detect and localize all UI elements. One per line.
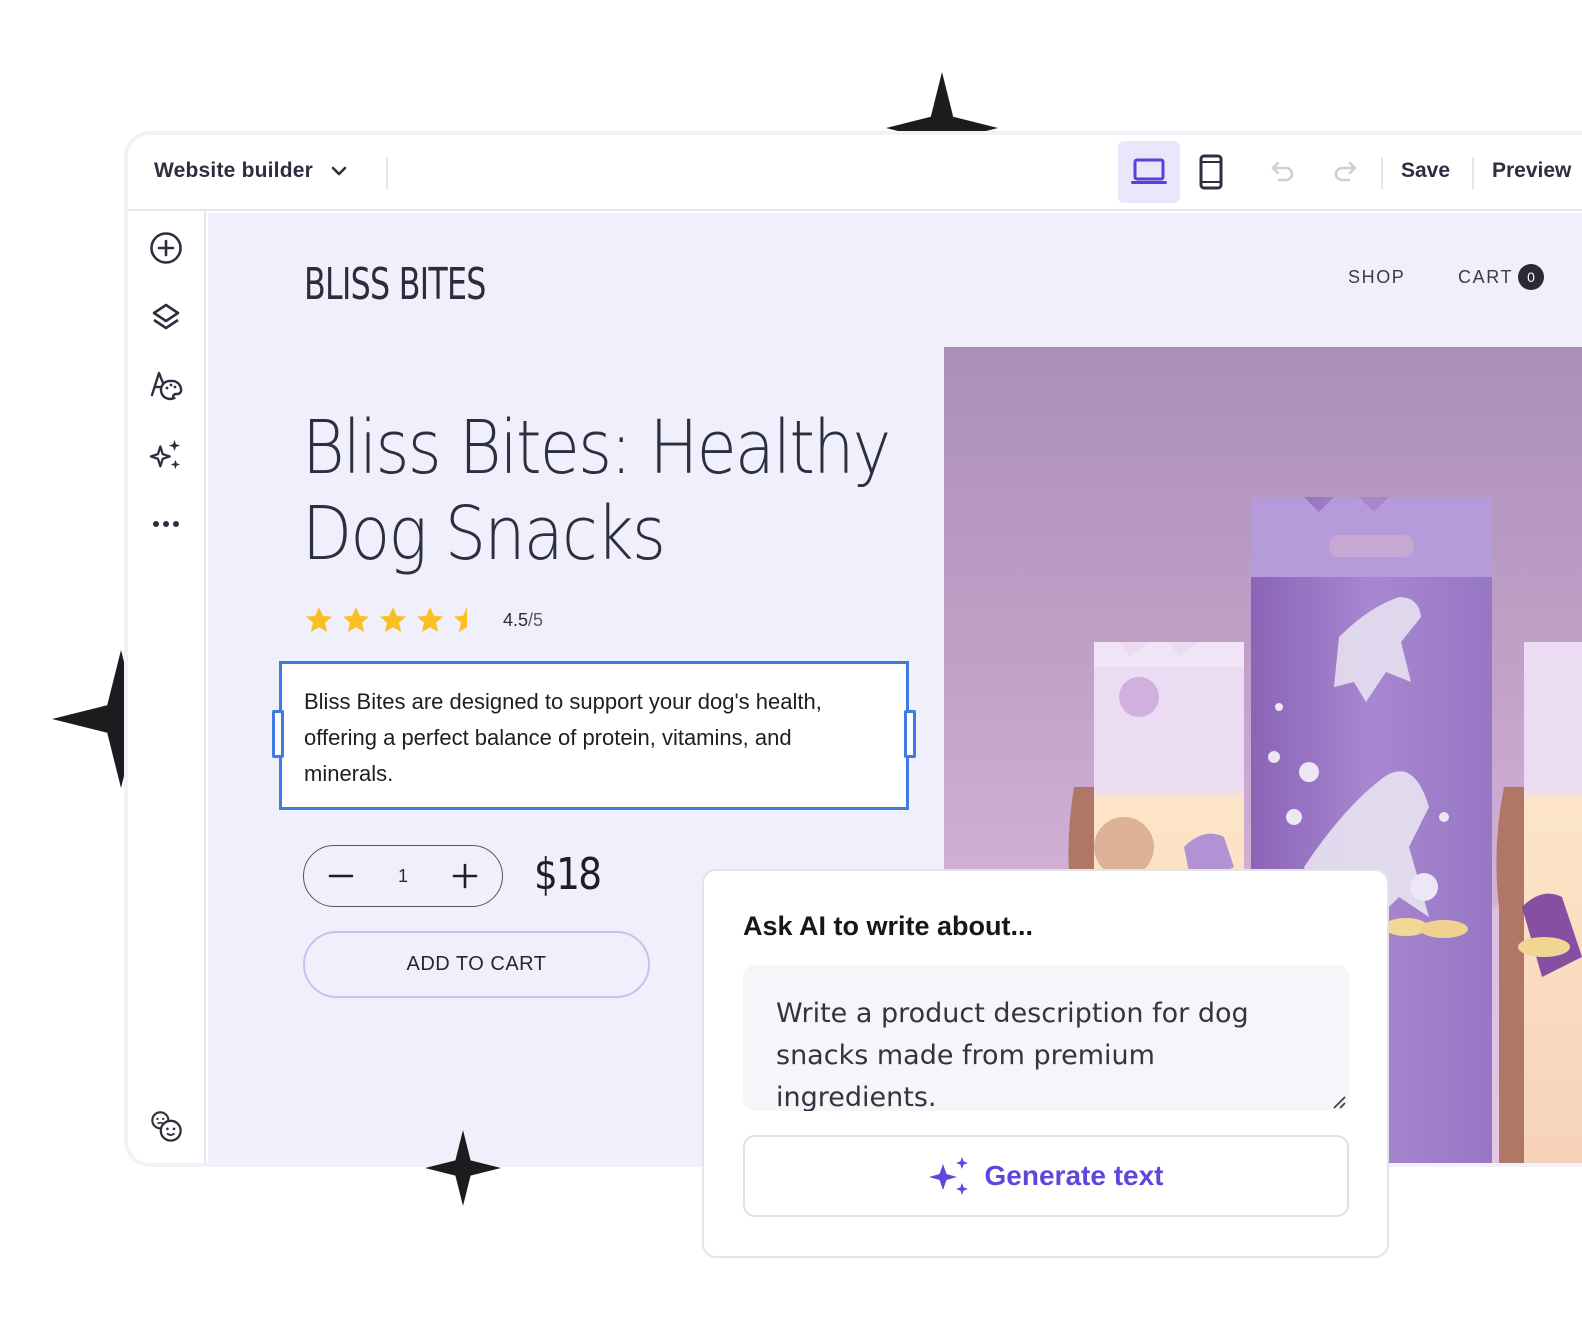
increase-quantity-button[interactable] bbox=[450, 861, 480, 891]
headline-line-2: Dog Snacks bbox=[302, 491, 666, 577]
product-description-selected[interactable]: Bliss Bites are designed to support your… bbox=[272, 661, 916, 810]
nav-cart-link[interactable]: CART bbox=[1458, 267, 1513, 288]
quantity-stepper: 1 bbox=[303, 845, 503, 907]
top-toolbar: Website builder Save Preview bbox=[128, 135, 1582, 211]
more-options-button[interactable] bbox=[149, 507, 183, 541]
redo-icon bbox=[1334, 161, 1357, 182]
faces-icon bbox=[151, 1111, 182, 1142]
chevron-down-icon bbox=[331, 166, 347, 176]
rating-max: /5 bbox=[528, 609, 544, 630]
left-tool-rail bbox=[128, 211, 206, 1163]
rating-label: 4.5/5 bbox=[503, 610, 543, 631]
layers-button[interactable] bbox=[149, 300, 183, 334]
undo-button[interactable] bbox=[1268, 157, 1298, 187]
ai-sparkles-icon bbox=[149, 439, 181, 470]
layers-icon bbox=[152, 303, 180, 330]
star-icon bbox=[380, 607, 406, 632]
theme-styles-button[interactable] bbox=[149, 369, 183, 403]
add-to-cart-button[interactable]: ADD TO CART bbox=[303, 931, 650, 998]
undo-icon bbox=[1271, 161, 1294, 182]
star-rating: 4.5/5 bbox=[304, 605, 543, 635]
ai-prompt-input[interactable]: Write a product description for dog snac… bbox=[743, 965, 1349, 1111]
divider bbox=[1472, 157, 1474, 189]
laptop-icon bbox=[1131, 158, 1167, 184]
app-title: Website builder bbox=[154, 159, 313, 182]
font-palette-icon bbox=[150, 371, 183, 401]
product-price: $18 bbox=[534, 849, 602, 900]
generate-text-button[interactable]: Generate text bbox=[743, 1135, 1349, 1217]
star-icon bbox=[417, 607, 443, 632]
quantity-value[interactable]: 1 bbox=[398, 866, 408, 887]
site-logo[interactable]: BLISS BITES bbox=[304, 259, 486, 310]
product-headline[interactable]: Bliss Bites: Healthy Dog Snacks bbox=[302, 405, 918, 577]
more-dots-icon bbox=[153, 521, 179, 527]
generate-text-label: Generate text bbox=[984, 1160, 1164, 1191]
ai-write-panel: Ask AI to write about... Write a product… bbox=[702, 869, 1389, 1258]
plus-icon bbox=[452, 863, 478, 889]
mobile-view-button[interactable] bbox=[1180, 141, 1242, 203]
preview-button[interactable]: Preview bbox=[1492, 159, 1571, 183]
app-switcher[interactable]: Website builder bbox=[154, 159, 349, 183]
stars-container bbox=[304, 605, 482, 635]
resize-handle-right[interactable] bbox=[904, 710, 916, 758]
save-button[interactable]: Save bbox=[1401, 159, 1450, 183]
headline-line-1: Bliss Bites: Healthy bbox=[302, 405, 891, 491]
ai-sparkles-icon bbox=[928, 1157, 968, 1195]
plus-circle-icon bbox=[150, 232, 182, 264]
minus-icon bbox=[328, 874, 354, 878]
star-icon bbox=[306, 607, 332, 632]
cart-count-badge: 0 bbox=[1518, 264, 1544, 290]
decrease-quantity-button[interactable] bbox=[326, 861, 356, 891]
divider bbox=[1381, 157, 1383, 189]
resize-handle-left[interactable] bbox=[272, 710, 284, 758]
add-element-button[interactable] bbox=[149, 231, 183, 265]
nav-shop-link[interactable]: SHOP bbox=[1348, 267, 1405, 288]
ai-assistant-button[interactable] bbox=[149, 438, 183, 472]
community-help-button[interactable] bbox=[149, 1109, 183, 1143]
star-icon bbox=[343, 607, 369, 632]
divider bbox=[386, 157, 388, 189]
sparkle-decoration-icon bbox=[425, 1130, 501, 1206]
mobile-phone-icon bbox=[1199, 154, 1223, 190]
ai-panel-title: Ask AI to write about... bbox=[743, 911, 1034, 941]
redo-button[interactable] bbox=[1330, 157, 1360, 187]
desktop-view-button[interactable] bbox=[1118, 141, 1180, 203]
product-description-text: Bliss Bites are designed to support your… bbox=[304, 689, 822, 786]
resize-grip-icon[interactable] bbox=[1332, 1095, 1346, 1109]
rating-value: 4.5 bbox=[503, 609, 529, 630]
half-star-icon bbox=[454, 607, 467, 632]
